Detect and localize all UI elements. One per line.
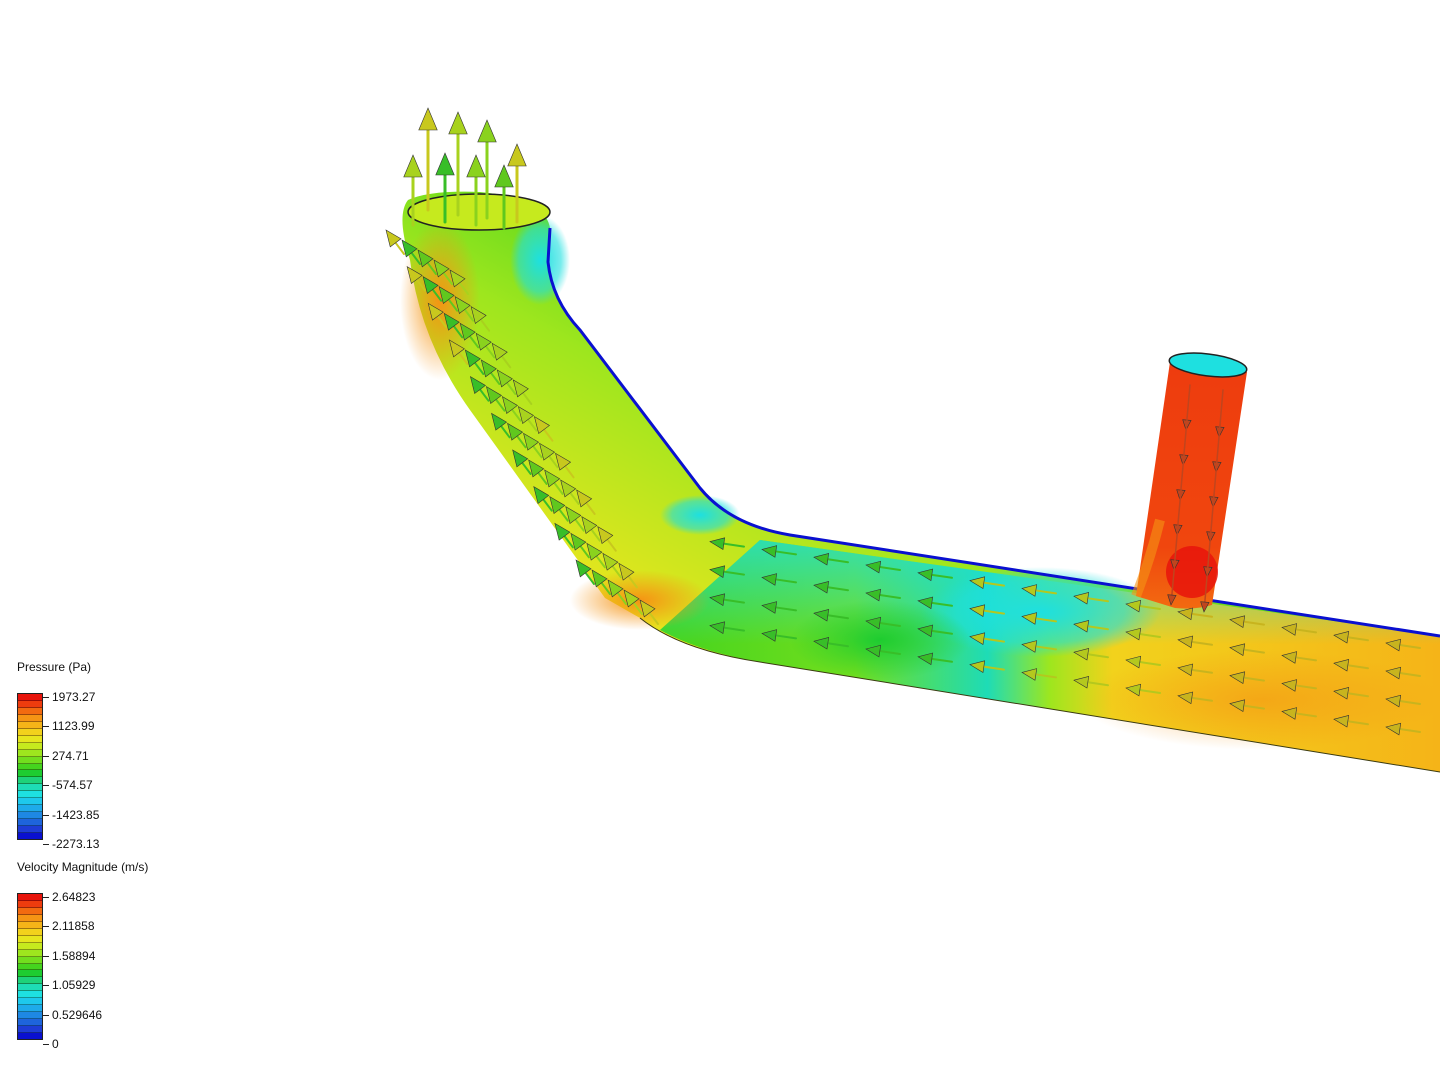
velocity-arrow-head [448,111,468,135]
colorbar-segment [18,1033,42,1040]
colorbar-segment [18,963,42,971]
colorbar-segment [18,942,42,950]
colorbar-segment [18,956,42,964]
colorbar-tick-label: 2.64823 [52,890,96,904]
colorbar-segment [18,735,42,743]
colorbar-tick [43,785,49,787]
colorbar-segment [18,1026,42,1034]
colorbar-segment [18,756,42,764]
colorbar-segment [18,826,42,834]
colorbar-tick-label: 1973.27 [52,690,96,704]
branch-inlet-pipe [1131,352,1248,609]
colorbar-tick [43,1014,49,1016]
velocity-arrow-head [418,107,438,131]
velocity-arrow-head [385,229,402,248]
velocity-arrow-head [507,143,527,167]
colorbar-tick-label: 1.58894 [52,948,96,963]
velocity-arrow-shaft [394,241,405,255]
velocity-arrow-head [403,154,423,178]
velocity-arrow-head [435,152,455,176]
colorbar-tick [43,755,49,757]
pressure-legend: Pressure (Pa) 1973.27 1123.99 274.71 -574.5… [17,660,217,851]
colorbar-segment [18,763,42,771]
colorbar-segment [18,900,42,908]
colorbar-tick [43,1044,49,1045]
colorbar-segment [18,694,42,701]
colorbar-segment [18,812,42,820]
colorbar-segment [18,742,42,750]
colorbar-tick-label: 0.529646 [52,1007,103,1022]
colorbar-segment [18,784,42,792]
colorbar-tick-label: 1123.99 [52,719,95,734]
pressure-colorbar [17,693,43,840]
colorbar-segment [18,1012,42,1020]
colorbar-segment [18,770,42,778]
velocity-legend-title: Velocity Magnitude (m/s) [17,860,149,874]
colorbar-segment [18,998,42,1006]
pressure-legend-title: Pressure (Pa) [17,660,92,674]
colorbar-segment [18,700,42,708]
velocity-arrow-head [477,119,497,143]
colorbar-tick [43,726,49,728]
colorbar-tick [43,814,49,816]
colorbar-segment [18,721,42,729]
velocity-arrow-head [494,164,514,188]
colorbar-tick [43,897,49,898]
colorbar-tick-label: 2.11858 [52,919,95,934]
colorbar-tick [43,985,49,987]
colorbar-tick-label: -2273.13 [52,837,100,851]
colorbar-segment [18,970,42,978]
colorbar-tick-label: -1423.85 [52,807,100,822]
colorbar-segment [18,833,42,840]
velocity-arrow-head [466,154,486,178]
velocity-legend: Velocity Magnitude (m/s) 2.64823 2.11858 1… [17,860,217,1051]
colorbar-segment [18,894,42,901]
colorbar-segment [18,991,42,999]
colorbar-segment [18,798,42,806]
colorbar-segment [18,949,42,957]
colorbar-tick-label: 1.05929 [52,978,96,993]
colorbar-segment [18,728,42,736]
colorbar-segment [18,819,42,827]
colorbar-segment [18,749,42,757]
colorbar-segment [18,707,42,715]
velocity-colorbar [17,893,43,1040]
colorbar-segment [18,921,42,929]
colorbar-segment [18,935,42,943]
colorbar-segment [18,791,42,799]
colorbar-tick-label: 0 [52,1037,59,1051]
colorbar-segment [18,1019,42,1027]
colorbar-segment [18,907,42,915]
colorbar-segment [18,928,42,936]
colorbar-segment [18,777,42,785]
colorbar-tick-label: -574.57 [52,778,93,793]
colorbar-segment [18,714,42,722]
colorbar-segment [18,984,42,992]
colorbar-tick [43,697,49,698]
colorbar-segment [18,914,42,922]
colorbar-segment [18,805,42,813]
colorbar-tick [43,926,49,928]
colorbar-tick [43,955,49,957]
colorbar-tick [43,844,49,845]
colorbar-segment [18,977,42,985]
colorbar-segment [18,1005,42,1013]
colorbar-tick-label: 274.71 [52,748,89,763]
